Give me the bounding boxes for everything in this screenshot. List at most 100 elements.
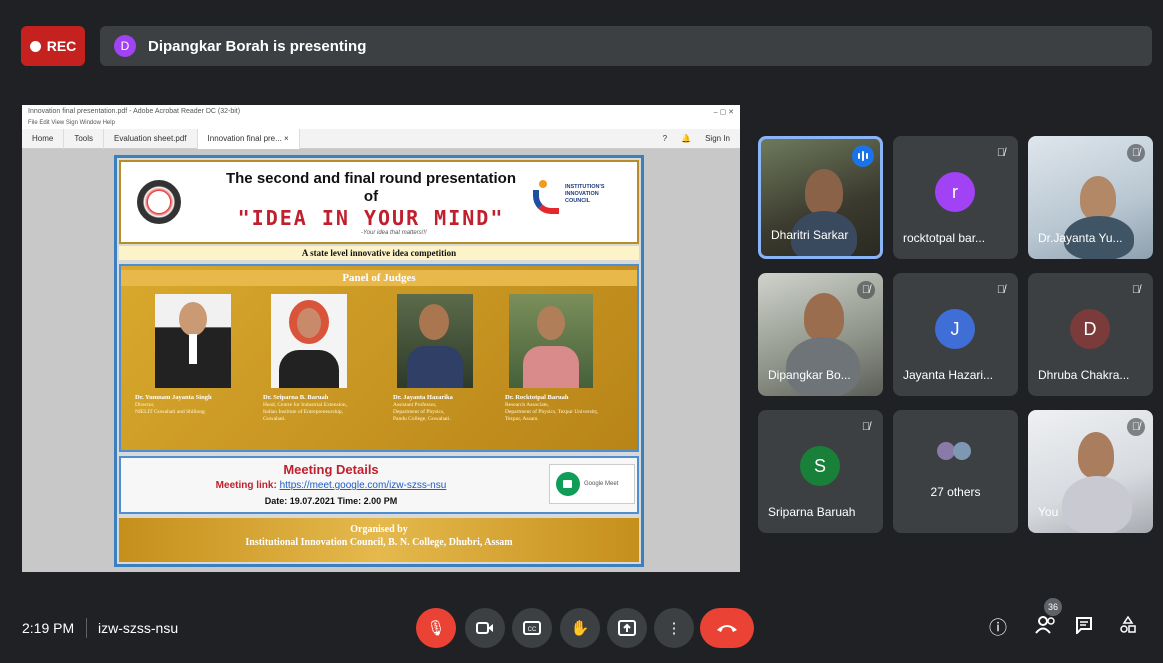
participant-video bbox=[1078, 432, 1114, 478]
participant-video bbox=[804, 293, 844, 341]
judge-role: Research Associate, Department of Physic… bbox=[505, 402, 599, 422]
judge-name: Dr. Rocktotpal Baruah bbox=[505, 394, 569, 401]
judge-card: Dr. Yumnam Jayanta Singh Director, NIELI… bbox=[135, 294, 245, 416]
meet-window: REC D Dipangkar Borah is presenting Inno… bbox=[0, 0, 1163, 663]
organiser-name: Institutional Innovation Council, B. N. … bbox=[245, 537, 513, 548]
participant-avatar: r bbox=[935, 172, 975, 212]
recording-indicator[interactable]: REC bbox=[21, 26, 85, 66]
poster-header: The second and final round presentation … bbox=[119, 160, 639, 244]
participant-name: You bbox=[1038, 505, 1059, 519]
organiser-footer: Organised by Institutional Innovation Co… bbox=[119, 518, 639, 562]
more-options-button[interactable]: ⋮ bbox=[654, 608, 694, 648]
present-screen-icon bbox=[618, 620, 636, 636]
participant-avatar: J bbox=[935, 309, 975, 349]
activities-button[interactable] bbox=[1114, 614, 1142, 642]
captions-button[interactable]: CC bbox=[512, 608, 552, 648]
meeting-details-title: Meeting Details bbox=[283, 462, 379, 477]
participant-name: Dipangkar Bo... bbox=[768, 368, 851, 382]
people-count-badge: 36 bbox=[1044, 598, 1062, 616]
microphone-toggle-button[interactable]: 🎙 bbox=[416, 608, 456, 648]
activities-icon bbox=[1120, 615, 1136, 633]
svg-text:CC: CC bbox=[528, 627, 537, 633]
mic-off-icon: 🎙̸ bbox=[861, 421, 871, 433]
google-meet-icon bbox=[556, 472, 580, 496]
participant-tile-others[interactable]: 27 others bbox=[893, 410, 1018, 533]
meeting-link: https://meet.google.com/izw-szss-nsu bbox=[279, 480, 447, 491]
presenting-text: Dipangkar Borah is presenting bbox=[148, 37, 367, 55]
people-icon bbox=[1035, 616, 1055, 634]
mic-off-icon: 🎙̸ bbox=[857, 281, 875, 299]
participant-tile[interactable]: Dharitri Sarkar bbox=[758, 136, 883, 259]
video-camera-icon bbox=[476, 622, 493, 634]
shared-screen: Innovation final presentation.pdf - Adob… bbox=[22, 105, 740, 572]
participant-name: Dhruba Chakra... bbox=[1038, 368, 1130, 382]
more-vertical-icon: ⋮ bbox=[666, 620, 682, 637]
google-meet-logo: Google Meet bbox=[549, 464, 635, 504]
participant-tile[interactable]: 🎙̸ Dr.Jayanta Yu... bbox=[1028, 136, 1153, 259]
signin-label: Sign In bbox=[705, 134, 730, 143]
people-button[interactable] bbox=[1032, 614, 1060, 642]
participant-tile[interactable]: 🎙̸ D Dhruba Chakra... bbox=[1028, 273, 1153, 396]
presenter-avatar: D bbox=[114, 35, 136, 57]
judge-name: Dr. Sriparna B. Baruah bbox=[263, 394, 329, 401]
judge-photo bbox=[271, 294, 347, 388]
speaking-indicator-icon bbox=[852, 145, 874, 167]
poster-of: of bbox=[363, 188, 379, 205]
participant-tile[interactable]: 🎙̸ S Sriparna Baruah bbox=[758, 410, 883, 533]
divider bbox=[86, 618, 87, 638]
organised-by: Organised by bbox=[350, 524, 408, 535]
presenting-banner: D Dipangkar Borah is presenting bbox=[100, 26, 1152, 66]
participant-tile[interactable]: 🎙̸ You bbox=[1028, 410, 1153, 533]
participant-video-body bbox=[786, 337, 860, 396]
rec-label: REC bbox=[46, 38, 77, 54]
help-icon: ? bbox=[662, 134, 668, 143]
poster-title: The second and final round presentation bbox=[225, 170, 517, 187]
meeting-link-label: Meeting link: bbox=[215, 480, 277, 491]
panel-of-judges: Panel of Judges Dr. Yumnam Jayanta Singh… bbox=[119, 264, 639, 452]
tab-evaluation-sheet: Evaluation sheet.pdf bbox=[104, 128, 198, 149]
participant-avatar: D bbox=[1070, 309, 1110, 349]
leave-call-button[interactable] bbox=[700, 608, 754, 648]
closed-captions-icon: CC bbox=[523, 621, 541, 635]
judge-card: Dr. Sriparna B. Baruah Head, Centre for … bbox=[263, 294, 373, 423]
judge-name: Dr. Jayanta Hazarika bbox=[393, 394, 453, 401]
judge-role: Head, Centre for Industrial Extension, I… bbox=[263, 402, 348, 422]
participant-video-body bbox=[1062, 476, 1132, 533]
chat-button[interactable] bbox=[1070, 614, 1098, 642]
hang-up-icon bbox=[717, 625, 737, 632]
participant-tile[interactable]: 🎙̸ J Jayanta Hazari... bbox=[893, 273, 1018, 396]
judge-name: Dr. Yumnam Jayanta Singh bbox=[135, 394, 212, 401]
meeting-code: izw-szss-nsu bbox=[98, 620, 179, 636]
mic-off-icon: 🎙̸ bbox=[1127, 144, 1145, 162]
meeting-date: Date: 19.07.2021 Time: 2.00 PM bbox=[264, 496, 398, 506]
camera-toggle-button[interactable] bbox=[465, 608, 505, 648]
others-count: 27 others bbox=[930, 485, 981, 499]
pdf-tab-bar: Home Tools Evaluation sheet.pdf Innovati… bbox=[22, 128, 740, 149]
iic-logo-icon bbox=[533, 180, 563, 214]
mic-off-icon: 🎙̸ bbox=[996, 147, 1006, 159]
judge-role: Assistant Professor, Department of Physi… bbox=[393, 402, 451, 422]
participant-tile[interactable]: 🎙̸ r rocktotpal bar... bbox=[893, 136, 1018, 259]
tab-innovation-presentation: Innovation final pre... × bbox=[197, 128, 300, 149]
record-dot-icon bbox=[29, 40, 41, 52]
iic-logo-text: INSTITUTION'S INNOVATION COUNCIL bbox=[565, 184, 605, 204]
iic-logo: INSTITUTION'S INNOVATION COUNCIL bbox=[533, 178, 633, 228]
present-now-button[interactable] bbox=[607, 608, 647, 648]
participant-tile[interactable]: 🎙̸ Dipangkar Bo... bbox=[758, 273, 883, 396]
judge-photo bbox=[397, 294, 473, 388]
poster-tagline: -Your idea that matters!!! bbox=[361, 230, 427, 236]
raise-hand-button[interactable]: ✋ bbox=[560, 608, 600, 648]
info-icon: ⓘ bbox=[989, 618, 1007, 638]
participant-name: Sriparna Baruah bbox=[768, 505, 856, 519]
meeting-link-line: Meeting link: https://meet.google.com/iz… bbox=[121, 480, 541, 491]
poster-page: The second and final round presentation … bbox=[114, 155, 644, 567]
pdf-window-titlebar: Innovation final presentation.pdf - Adob… bbox=[22, 105, 740, 119]
chat-icon bbox=[1076, 617, 1092, 636]
poster-subtitle: A state level innovative idea competitio… bbox=[119, 246, 639, 260]
pdf-document-area: The second and final round presentation … bbox=[22, 149, 740, 572]
meeting-details-button[interactable]: ⓘ bbox=[984, 614, 1012, 642]
window-controls: – ▢ ✕ bbox=[713, 109, 734, 116]
participant-name: rocktotpal bar... bbox=[903, 231, 986, 245]
meeting-details: Meeting Details Meeting link: https://me… bbox=[119, 456, 639, 514]
participant-video bbox=[805, 169, 843, 215]
